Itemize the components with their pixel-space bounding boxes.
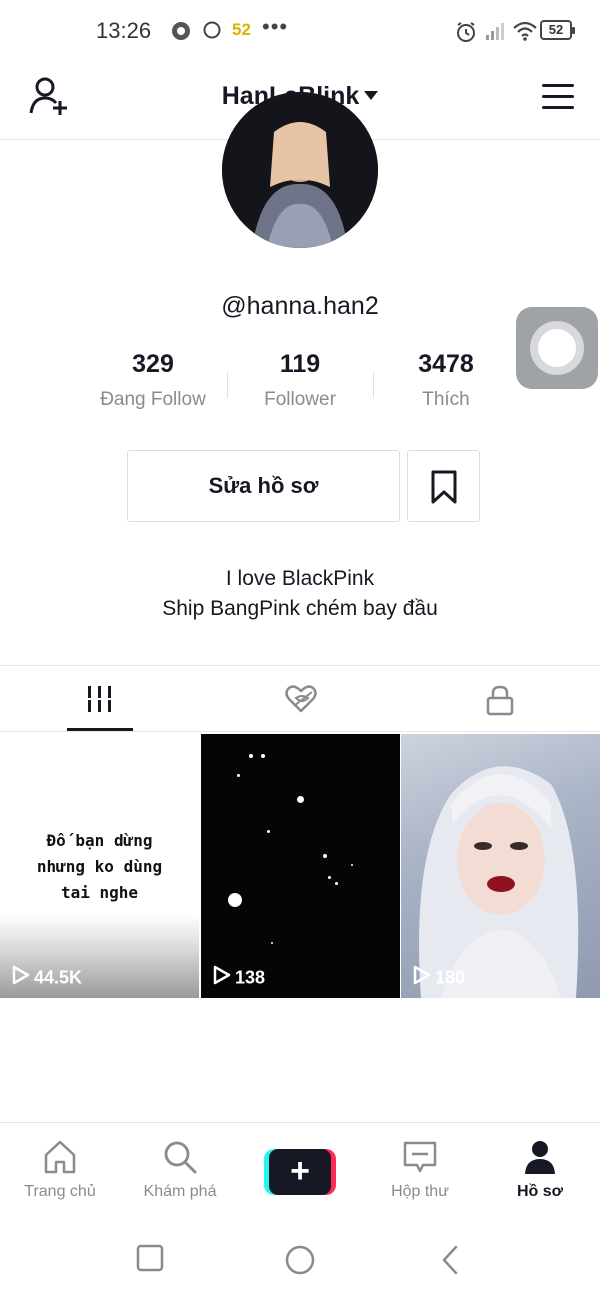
lock-icon bbox=[486, 685, 514, 716]
caret-down-icon bbox=[364, 90, 379, 100]
back-icon[interactable] bbox=[438, 1244, 462, 1281]
play-icon bbox=[413, 966, 431, 985]
bio-line: I love BlackPink bbox=[225, 567, 375, 590]
following-count: 329 bbox=[132, 350, 174, 378]
bookmark-button[interactable] bbox=[407, 450, 480, 522]
wifi-icon bbox=[512, 20, 538, 47]
bookmark-icon bbox=[431, 470, 457, 504]
recent-apps-icon[interactable] bbox=[136, 1244, 164, 1277]
home-button-icon[interactable] bbox=[284, 1244, 316, 1281]
heart-hidden-icon bbox=[285, 685, 317, 713]
battery-indicator: 52 bbox=[540, 20, 575, 40]
play-icon bbox=[213, 966, 231, 985]
home-icon bbox=[44, 1140, 76, 1174]
avatar[interactable] bbox=[222, 92, 378, 248]
nav-label: Hồ sơ bbox=[516, 1183, 564, 1200]
nav-home[interactable]: Trang chủ bbox=[0, 1123, 120, 1219]
status-time: 13:26 bbox=[96, 18, 152, 43]
edit-profile-button[interactable]: Sửa hồ sơ bbox=[127, 450, 400, 522]
circle-notification-icon bbox=[202, 20, 222, 45]
following-label: Đang Follow bbox=[100, 389, 206, 410]
nav-create[interactable]: + bbox=[240, 1123, 360, 1219]
video-thumbnail[interactable]: 180 bbox=[401, 734, 600, 998]
alarm-icon bbox=[454, 20, 478, 49]
video-thumbnail[interactable]: Đố bạn dừng nhưng ko dùng tai nghe 44.5K bbox=[0, 734, 199, 998]
nav-discover[interactable]: Khám phá bbox=[120, 1123, 240, 1219]
more-notifications-icon: ••• bbox=[262, 14, 289, 39]
nav-label: Trang chủ bbox=[24, 1183, 96, 1200]
tab-videos[interactable] bbox=[0, 666, 200, 732]
active-tab-indicator bbox=[67, 728, 133, 731]
stat-following[interactable]: 329 Đang Follow bbox=[80, 350, 226, 411]
profile-bio: I love BlackPink Ship BangPink chém bay … bbox=[0, 564, 600, 624]
tab-private[interactable] bbox=[400, 666, 600, 732]
video-grid: Đố bạn dừng nhưng ko dùng tai nghe 44.5K… bbox=[0, 734, 600, 998]
username: @hanna.han2 bbox=[221, 292, 379, 320]
plus-icon: + bbox=[290, 1152, 310, 1190]
bio-line: Ship BangPink chém bay đầu bbox=[162, 597, 438, 620]
bottom-navigation: Trang chủ Khám phá + Hộp thư Hồ sơ bbox=[0, 1122, 600, 1222]
play-icon bbox=[12, 966, 30, 985]
video-caption: Đố bạn dừng nhưng ko dùng tai nghe bbox=[36, 831, 163, 902]
view-count: 180 bbox=[413, 964, 465, 988]
nav-label: Hộp thư bbox=[391, 1183, 449, 1200]
profile-tabs bbox=[0, 665, 600, 732]
followers-label: Follower bbox=[264, 389, 336, 410]
grid-icon bbox=[86, 686, 114, 712]
video-thumbnail[interactable]: 138 bbox=[201, 734, 400, 998]
tab-liked[interactable] bbox=[200, 666, 400, 732]
status-bar: 13:26 52 ••• 52 bbox=[0, 0, 600, 62]
messenger-notification-icon bbox=[170, 20, 192, 47]
notification-count-badge: 52 bbox=[232, 20, 251, 39]
system-navigation-bar bbox=[0, 1222, 600, 1300]
inbox-icon bbox=[403, 1141, 437, 1173]
nav-label: Khám phá bbox=[143, 1183, 217, 1200]
stat-followers[interactable]: 119 Follower bbox=[227, 350, 373, 411]
profile-stats: 329 Đang Follow 119 Follower 3478 Thích bbox=[80, 350, 520, 420]
view-count: 44.5K bbox=[12, 964, 82, 988]
stat-likes[interactable]: 3478 Thích bbox=[373, 350, 519, 411]
nav-inbox[interactable]: Hộp thư bbox=[360, 1123, 480, 1219]
followers-count: 119 bbox=[279, 350, 321, 378]
profile-icon bbox=[525, 1141, 555, 1174]
menu-icon[interactable] bbox=[542, 84, 576, 110]
assistive-touch-button[interactable] bbox=[516, 307, 598, 389]
view-count: 138 bbox=[213, 964, 265, 988]
search-icon bbox=[164, 1141, 197, 1174]
likes-count: 3478 bbox=[418, 350, 474, 378]
create-video-button[interactable]: + bbox=[264, 1149, 336, 1195]
signal-icon bbox=[484, 20, 506, 47]
nav-profile[interactable]: Hồ sơ bbox=[480, 1123, 600, 1219]
likes-label: Thích bbox=[422, 389, 470, 410]
